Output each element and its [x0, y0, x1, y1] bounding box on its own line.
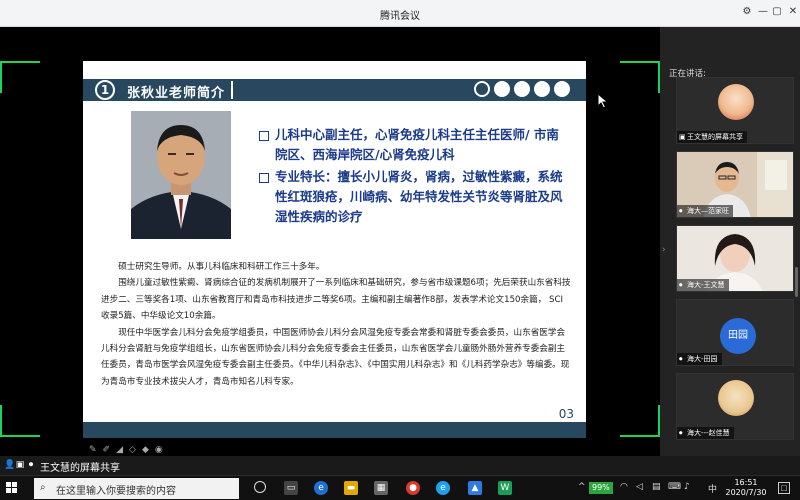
tencent-meeting-icon[interactable]: ▲: [468, 481, 482, 495]
participant-tile[interactable]: 田园 ⏺ 海大-田园: [676, 299, 794, 366]
dot: [554, 81, 570, 97]
tencent-meeting-window: 腾讯会议 ⚙ — ▢ ✕ 1 张秋业老师简介 儿科中心副主任，心肾免疫儿科主任主…: [0, 0, 800, 500]
store-icon[interactable]: ▦: [374, 481, 388, 495]
avatar: [718, 380, 754, 416]
participant-tile[interactable]: ⏺ 海大-王文慧: [676, 225, 794, 292]
microphone-icon: ⏺: [679, 207, 683, 215]
ie-icon[interactable]: e: [436, 481, 450, 495]
windows-start-icon[interactable]: [6, 482, 18, 494]
fill-icon[interactable]: ◆: [142, 445, 155, 455]
participant-panel: 正在讲话: › ▣王文慧的屏幕共享 ⏺ 海大—范家旺 ⏺ 海大-王文慧 田园 ⏺…: [660, 27, 800, 456]
microphone-icon: ⏺: [679, 355, 683, 363]
title-bar: 腾讯会议 ⚙ — ▢ ✕: [0, 0, 800, 27]
cortana-icon[interactable]: [254, 481, 266, 493]
panel-scrollbar[interactable]: [795, 267, 798, 297]
ime-indicator[interactable]: 中: [708, 482, 717, 495]
slide-header: 1 张秋业老师简介: [83, 79, 586, 101]
dot: [494, 81, 510, 97]
dot: [534, 81, 550, 97]
microphone-icon: ⏺: [679, 281, 683, 289]
participant-name: ⏺ 海大-田园: [677, 353, 722, 365]
section-number: 1: [95, 80, 115, 100]
participant-name: ⏺ 海大-王文慧: [677, 279, 729, 291]
screen-share-icon: ▣: [679, 133, 686, 141]
pencil-icon[interactable]: ✐: [103, 445, 117, 455]
avatar: 田园: [720, 318, 756, 354]
taskbar-search-input[interactable]: ⌕ 在这里输入你要搜索的内容: [34, 478, 239, 499]
screen-share-icon: ▣: [15, 460, 25, 470]
focus-corner: [0, 61, 40, 93]
shared-screen-stage: 1 张秋业老师简介 儿科中心副主任，心肾免疫儿科主任主任医师/ 市南院区、西海岸…: [0, 27, 660, 456]
file-explorer-icon[interactable]: ▬: [344, 481, 358, 495]
wps-icon[interactable]: W: [498, 481, 512, 495]
edge-icon[interactable]: e: [314, 481, 328, 495]
participant-tile[interactable]: ⏺ 海大---赵佳慧: [676, 373, 794, 440]
pointer-icon[interactable]: ◉: [155, 445, 169, 455]
focus-corner: [0, 405, 40, 437]
eraser-icon[interactable]: ◇: [129, 445, 142, 455]
battery-indicator[interactable]: 99%: [589, 482, 613, 494]
bio-paragraph: 硕士研究生导师。从事儿科临床和科研工作三十多年。: [118, 262, 325, 272]
participant-tile[interactable]: ▣王文慧的屏幕共享: [676, 77, 794, 144]
bullet-list: 儿科中心副主任，心肾免疫儿科主任主任医师/ 市南院区、西海岸院区/心肾免疫儿科 …: [257, 125, 567, 229]
microphone-icon: ⏺: [679, 429, 683, 437]
keyboard-icon[interactable]: ⌨: [668, 482, 681, 492]
share-label: 王文慧的屏幕共享: [40, 463, 120, 474]
bullet-item: 儿科中心副主任，心肾免疫儿科主任主任医师/ 市南院区、西海岸院区/心肾免疫儿科: [257, 125, 567, 165]
cursor-icon: [597, 93, 609, 109]
wifi-icon[interactable]: ◠: [620, 482, 628, 492]
microphone-icon: ⏺: [28, 460, 34, 470]
settings-icon[interactable]: ⚙: [740, 5, 754, 19]
participant-name: ▣王文慧的屏幕共享: [677, 131, 747, 143]
annotation-toolbar: ✎✐◢◇◆◉: [89, 445, 169, 455]
dot: [474, 81, 490, 97]
slide-title: 张秋业老师简介: [127, 86, 226, 101]
volume-icon[interactable]: ♪: [684, 482, 690, 492]
bio-paragraph: 现任中华医学会儿科分会免疫学组委员，中国医师协会儿科分会风湿免疫专委会常委和肾脏…: [101, 327, 570, 387]
network-icon[interactable]: ▤: [652, 482, 661, 492]
presentation-slide: 1 张秋业老师简介 儿科中心副主任，心肾免疫儿科主任主任医师/ 市南院区、西海岸…: [83, 61, 586, 438]
chevron-right-icon[interactable]: ›: [662, 245, 666, 255]
highlighter-icon[interactable]: ◢: [116, 445, 129, 455]
window-title: 腾讯会议: [380, 11, 420, 22]
pen-icon[interactable]: ✎: [89, 445, 103, 455]
header-divider: [231, 81, 233, 99]
screen-share-bar: 👤 ▣ ⏺ 王文慧的屏幕共享: [0, 456, 800, 475]
speaker-icon[interactable]: ◁: [636, 482, 643, 492]
focus-corner: [620, 405, 660, 437]
clock-time: 16:51: [734, 478, 758, 487]
bio-paragraph: 围绕儿童过敏性紫癜、肾病综合征的发病机制展开了一系列临床和基础研究，参与省市级课…: [101, 278, 571, 322]
windows-taskbar: ⌕ 在这里输入你要搜索的内容 ▭ e ▬ ▦ ● e ▲ W ^ 99% ◠ ◁…: [0, 475, 800, 500]
close-icon[interactable]: ✕: [786, 5, 800, 19]
search-icon: ⌕: [40, 482, 46, 493]
user-icon: 👤: [4, 460, 16, 470]
clock-date: 2020/7/30: [725, 488, 767, 497]
tray-arrow-icon[interactable]: ^: [578, 482, 586, 492]
notification-icon[interactable]: □: [778, 482, 790, 494]
search-placeholder: 在这里输入你要搜索的内容: [56, 486, 176, 497]
portrait-photo: [131, 111, 231, 239]
participant-name: ⏺ 海大—范家旺: [677, 205, 733, 217]
chrome-icon[interactable]: ●: [406, 481, 420, 495]
system-clock[interactable]: 16:51 2020/7/30: [722, 478, 770, 498]
participant-name: ⏺ 海大---赵佳慧: [677, 427, 734, 439]
dot: [514, 81, 530, 97]
slide-footer-bar: [83, 422, 586, 438]
task-view-icon[interactable]: ▭: [284, 481, 298, 495]
bio-text: 硕士研究生导师。从事儿科临床和科研工作三十多年。 围绕儿童过敏性紫癜、肾病综合征…: [101, 259, 571, 390]
avatar: [718, 84, 754, 120]
slide-page-number: 03: [558, 407, 574, 421]
minimize-icon[interactable]: —: [756, 5, 770, 19]
restore-icon[interactable]: ▢: [770, 5, 784, 19]
focus-corner: [620, 61, 660, 93]
bullet-item: 专业特长：擅长小儿肾炎，肾病，过敏性紫癜，系统性红斑狼疮，川崎病、幼年特发性关节…: [257, 167, 567, 227]
header-dots: [470, 81, 570, 100]
participant-tile[interactable]: ⏺ 海大—范家旺: [676, 151, 794, 218]
